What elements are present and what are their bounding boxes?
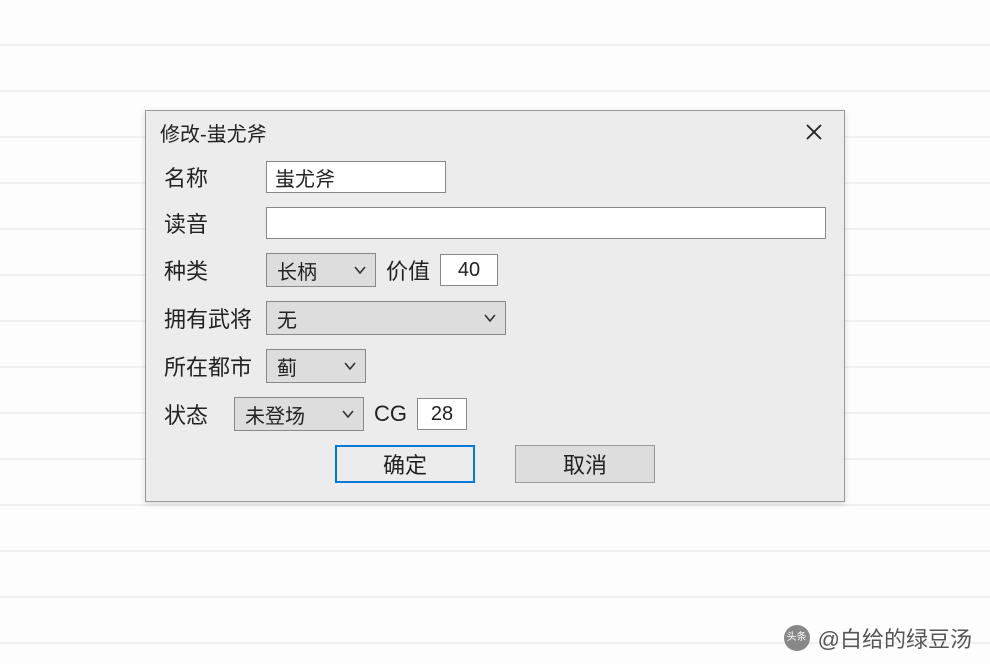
row-name: 名称 xyxy=(164,161,826,193)
cg-label: CG xyxy=(374,401,407,427)
titlebar: 修改-蚩尤斧 xyxy=(146,111,844,153)
watermark-brand: 头条 xyxy=(787,633,807,643)
city-select[interactable]: 蓟 xyxy=(266,349,366,383)
watermark: 头条 @白给的绿豆汤 xyxy=(784,622,972,654)
row-type: 种类 长柄 价值 xyxy=(164,253,826,287)
chevron-down-icon xyxy=(483,311,497,325)
form-area: 名称 读音 种类 长柄 价值 拥有武将 无 所在都市 蓟 xyxy=(146,153,844,501)
city-select-value: 蓟 xyxy=(277,352,297,381)
type-select[interactable]: 长柄 xyxy=(266,253,376,287)
dialog-title: 修改-蚩尤斧 xyxy=(160,118,267,147)
chevron-down-icon xyxy=(341,407,355,421)
row-reading: 读音 xyxy=(164,207,826,239)
reading-label: 读音 xyxy=(164,207,256,239)
ok-button-label: 确定 xyxy=(383,448,427,480)
status-label: 状态 xyxy=(164,398,224,430)
chevron-down-icon xyxy=(353,263,367,277)
name-input[interactable] xyxy=(266,161,446,193)
cancel-button[interactable]: 取消 xyxy=(515,445,655,483)
row-status: 状态 未登场 CG xyxy=(164,397,826,431)
row-city: 所在都市 蓟 xyxy=(164,349,826,383)
type-label: 种类 xyxy=(164,254,256,286)
cancel-button-label: 取消 xyxy=(563,448,607,480)
close-button[interactable] xyxy=(794,116,834,148)
close-icon xyxy=(805,123,823,141)
owner-select-value: 无 xyxy=(277,304,297,333)
value-label: 价值 xyxy=(386,254,430,286)
city-label: 所在都市 xyxy=(164,350,256,382)
button-row: 确定 取消 xyxy=(164,445,826,483)
reading-input[interactable] xyxy=(266,207,826,239)
status-select-value: 未登场 xyxy=(245,400,305,429)
row-owner: 拥有武将 无 xyxy=(164,301,826,335)
cg-input[interactable] xyxy=(417,398,467,430)
status-select[interactable]: 未登场 xyxy=(234,397,364,431)
edit-dialog: 修改-蚩尤斧 名称 读音 种类 长柄 价值 拥有武将 xyxy=(145,110,845,502)
owner-select[interactable]: 无 xyxy=(266,301,506,335)
type-select-value: 长柄 xyxy=(277,256,317,285)
owner-label: 拥有武将 xyxy=(164,302,256,334)
chevron-down-icon xyxy=(343,359,357,373)
watermark-icon: 头条 xyxy=(784,625,810,651)
ok-button[interactable]: 确定 xyxy=(335,445,475,483)
watermark-handle: @白给的绿豆汤 xyxy=(818,622,972,654)
value-input[interactable] xyxy=(440,254,498,286)
name-label: 名称 xyxy=(164,161,256,193)
